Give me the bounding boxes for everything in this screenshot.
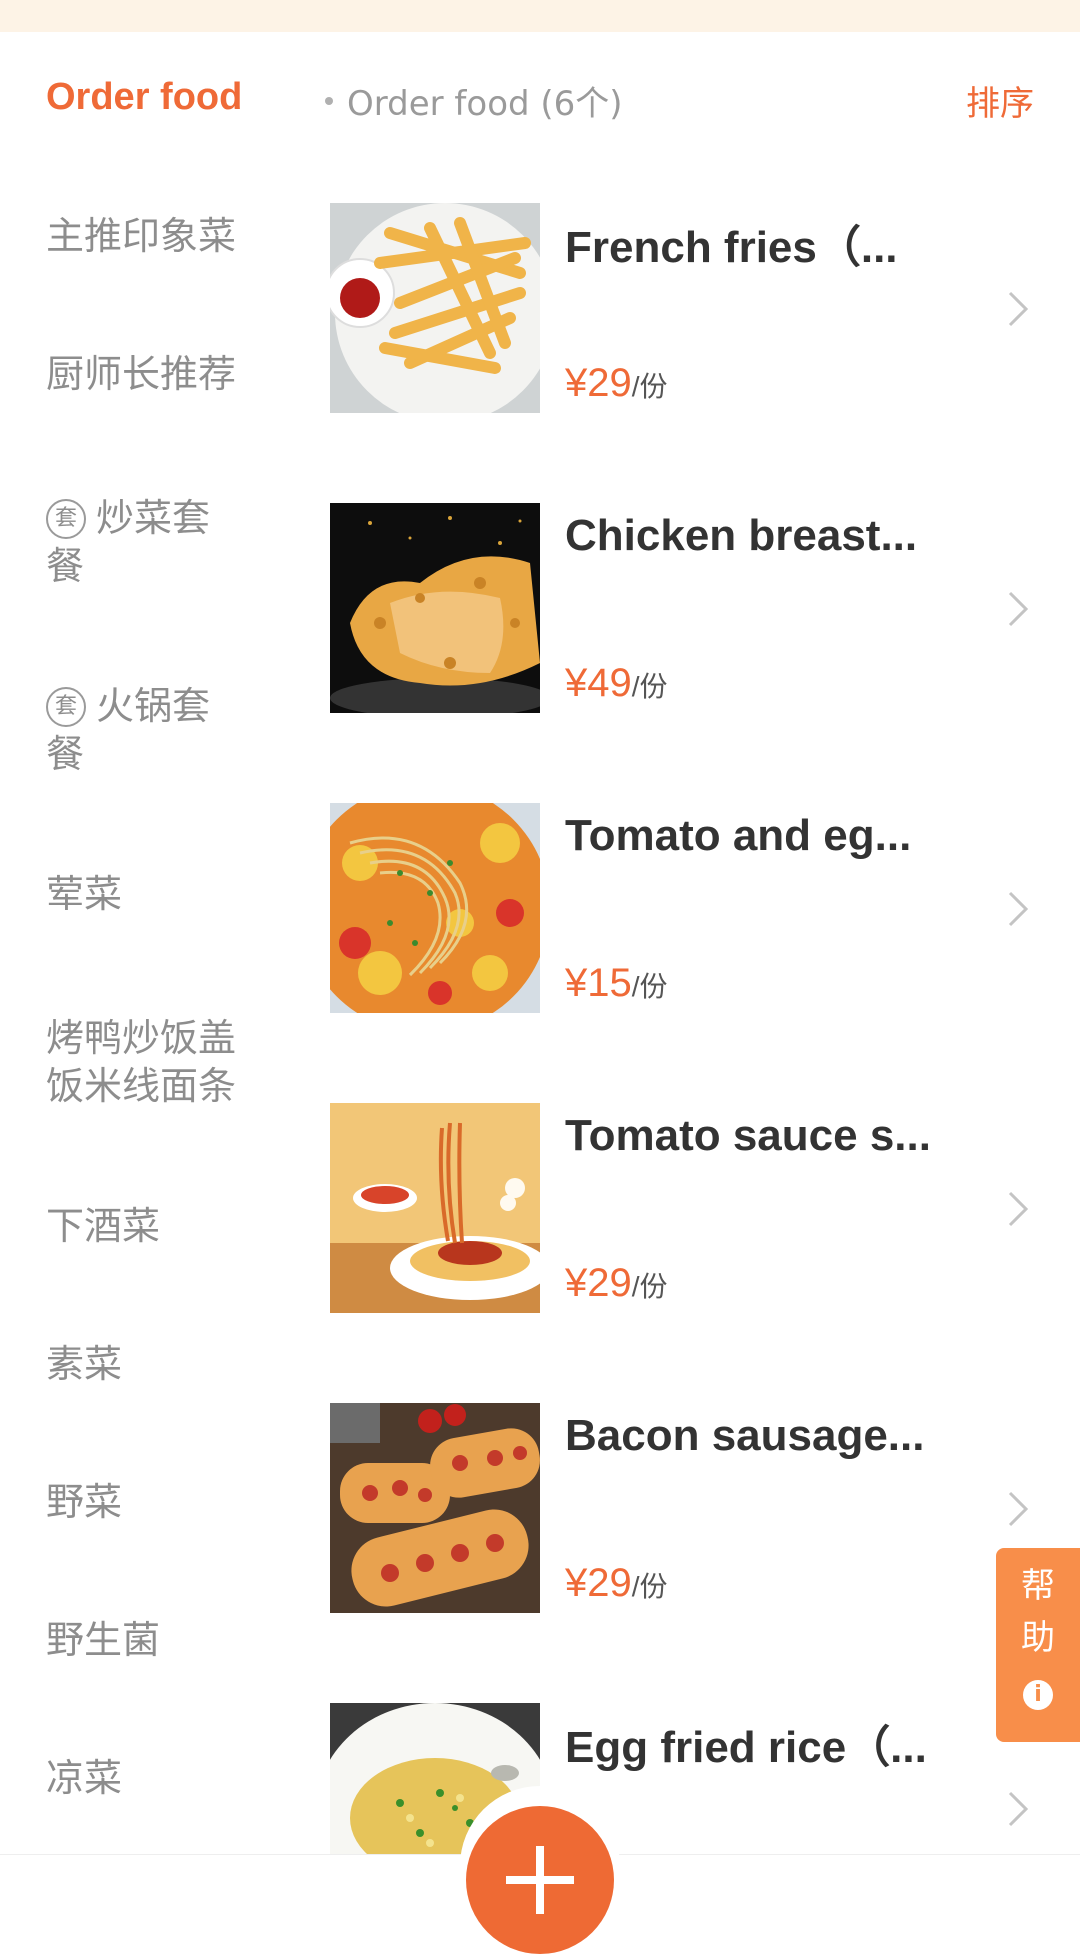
list-item[interactable]: Tomato and eg... ¥15/份 [330,803,1030,1013]
dish-price: ¥29/份 [565,1261,668,1305]
sidebar-item-label: 烤鸭炒饭盖 [46,1016,237,1060]
bullet-icon [325,97,333,105]
list-header: Order food (6个) [325,76,623,125]
top-band [0,0,1080,32]
sidebar-item-chef[interactable]: 厨师长推荐 [46,350,286,398]
dish-price: ¥15/份 [565,961,668,1005]
chevron-right-icon[interactable] [1006,289,1030,329]
sidebar-item-mushroom[interactable]: 野生菌 [46,1616,286,1664]
dish-name: Tomato and eg... [565,811,912,860]
list-item[interactable]: Tomato sauce s... ¥29/份 [330,1103,1030,1313]
list-header-text: Order food (6个) [347,84,623,124]
dish-name: Egg fried rice（... [565,1723,927,1772]
sort-button[interactable]: 排序 [966,76,1034,125]
help-tab[interactable]: 帮 助 i [996,1548,1080,1742]
list-item[interactable]: French fries（... ¥29/份 [330,203,1030,413]
sidebar-item-stirfry-set[interactable]: 套炒菜套 餐 [46,494,286,590]
set-badge-icon: 套 [46,687,86,727]
sidebar-item-label: 凉菜 [46,1756,123,1800]
sidebar-item-label: 火锅套 [96,684,211,728]
chevron-right-icon[interactable] [1006,889,1030,929]
list-item[interactable]: Egg fried rice（... [330,1703,1030,1854]
chevron-right-icon[interactable] [1006,1489,1030,1529]
plus-icon-vertical [536,1846,544,1914]
sidebar-item-label: 炒菜套 [96,496,211,540]
sidebar-item-label-line2: 餐 [46,732,85,776]
sidebar-item-roast-duck[interactable]: 烤鸭炒饭盖 饭米线面条 [46,1014,286,1110]
sidebar-title[interactable]: Order food [46,76,242,119]
sidebar-item-label: 厨师长推荐 [46,352,237,396]
dish-price: ¥29/份 [565,361,668,405]
chevron-right-icon[interactable] [1006,1789,1030,1829]
category-sidebar: Order food 主推印象菜 厨师长推荐 套炒菜套 餐 套火锅套 餐 荤菜 … [0,32,300,1893]
sidebar-item-label: 荤菜 [46,872,123,916]
help-label-2: 助 [1021,1618,1055,1658]
sidebar-item-cold-dishes[interactable]: 凉菜 [46,1754,286,1802]
info-icon: i [1023,1680,1053,1710]
sidebar-item-main[interactable]: 主推印象菜 [46,212,286,260]
sidebar-item-label: 素菜 [46,1342,123,1386]
dish-image [330,203,540,413]
set-badge-icon: 套 [46,499,86,539]
sidebar-item-label-line2: 餐 [46,544,85,588]
list-item[interactable]: Chicken breast... ¥49/份 [330,503,1030,713]
dish-image [330,1103,540,1313]
dish-image [330,803,540,1013]
dish-image [330,503,540,713]
sidebar-item-label: 野生菌 [46,1618,161,1662]
sidebar-item-drinking-dishes[interactable]: 下酒菜 [46,1202,286,1250]
dish-price: ¥49/份 [565,661,668,705]
dish-name: French fries（... [565,223,898,272]
sidebar-item-wild-veg[interactable]: 野菜 [46,1478,286,1526]
list-item[interactable]: Bacon sausage... ¥29/份 [330,1403,1030,1613]
sidebar-item-label: 野菜 [46,1480,123,1524]
dish-image [330,1403,540,1613]
sidebar-item-label-line2: 饭米线面条 [46,1064,237,1108]
sidebar-item-vegetarian[interactable]: 素菜 [46,1340,286,1388]
sidebar-item-label: 主推印象菜 [46,214,237,258]
sidebar-item-hotpot-set[interactable]: 套火锅套 餐 [46,682,286,778]
sidebar-item-label: 下酒菜 [46,1204,161,1248]
add-button[interactable] [466,1806,614,1954]
dish-name: Chicken breast... [565,511,918,560]
help-label-1: 帮 [1021,1566,1055,1606]
chevron-right-icon[interactable] [1006,589,1030,629]
dish-name: Tomato sauce s... [565,1111,931,1160]
dish-price: ¥29/份 [565,1561,668,1605]
sidebar-item-meat[interactable]: 荤菜 [46,870,286,918]
dish-name: Bacon sausage... [565,1411,925,1460]
chevron-right-icon[interactable] [1006,1189,1030,1229]
